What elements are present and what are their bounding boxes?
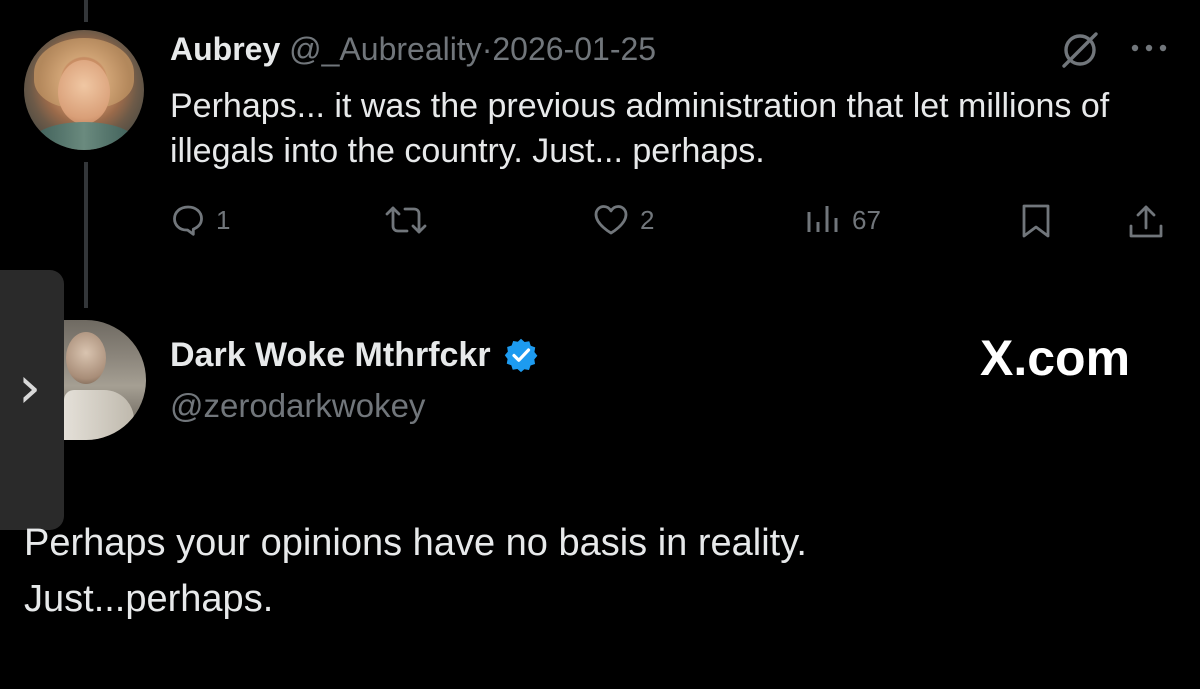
speech-bubble-icon (173, 205, 203, 236)
repost-button[interactable] (384, 202, 428, 238)
avatar-shirt (32, 122, 136, 150)
more-options-icon[interactable] (1128, 38, 1170, 58)
bookmark-icon (1022, 204, 1050, 238)
verified-badge-icon (504, 338, 537, 373)
tweet-text: Perhaps your opinions have no basis in r… (24, 515, 1174, 627)
reply-count: 1 (216, 204, 231, 235)
avatar[interactable] (24, 30, 144, 150)
heart-icon (594, 205, 628, 235)
avatar-head (66, 332, 106, 384)
avatar-face (58, 60, 110, 124)
author-handle[interactable]: @_Aubreality (289, 31, 482, 67)
views-button[interactable]: 67 (804, 202, 881, 238)
tweet-text: Perhaps... it was the previous administr… (170, 87, 1110, 170)
share-button[interactable] (1126, 202, 1166, 242)
x-com-watermark: X.com (980, 330, 1131, 386)
author-name[interactable]: Aubrey (170, 31, 280, 67)
tweet-header: Aubrey @_Aubreality·2026-01-25 (170, 30, 656, 68)
author-handle[interactable]: @zerodarkwokey (170, 386, 425, 426)
side-drawer-handle[interactable]: › (0, 270, 64, 530)
like-count: 2 (640, 204, 655, 235)
tweet-date[interactable]: 2026-01-25 (492, 31, 656, 67)
tweet-text-line: Perhaps your opinions have no basis in r… (24, 522, 807, 564)
author-name-row: Dark Woke Mthrfckr (170, 334, 539, 376)
tweet-text-line: Just...perhaps. (24, 578, 274, 620)
share-upload-icon (1129, 205, 1163, 238)
repost-arrows-icon (385, 206, 427, 234)
thread-line-top (84, 0, 88, 22)
chevron-right-icon: › (18, 353, 42, 421)
reply-button[interactable]: 1 (170, 202, 230, 238)
bar-chart-icon (807, 206, 838, 232)
avatar[interactable] (64, 320, 146, 440)
author-name[interactable]: Dark Woke Mthrfckr (170, 334, 491, 376)
tweet-action-bar: 1 2 67 (0, 202, 1200, 252)
view-count: 67 (852, 204, 881, 235)
grok-icon[interactable] (1058, 28, 1102, 72)
bookmark-button[interactable] (1016, 202, 1056, 240)
avatar-body (64, 390, 134, 440)
like-button[interactable]: 2 (592, 202, 654, 238)
header-separator: · (481, 31, 493, 67)
